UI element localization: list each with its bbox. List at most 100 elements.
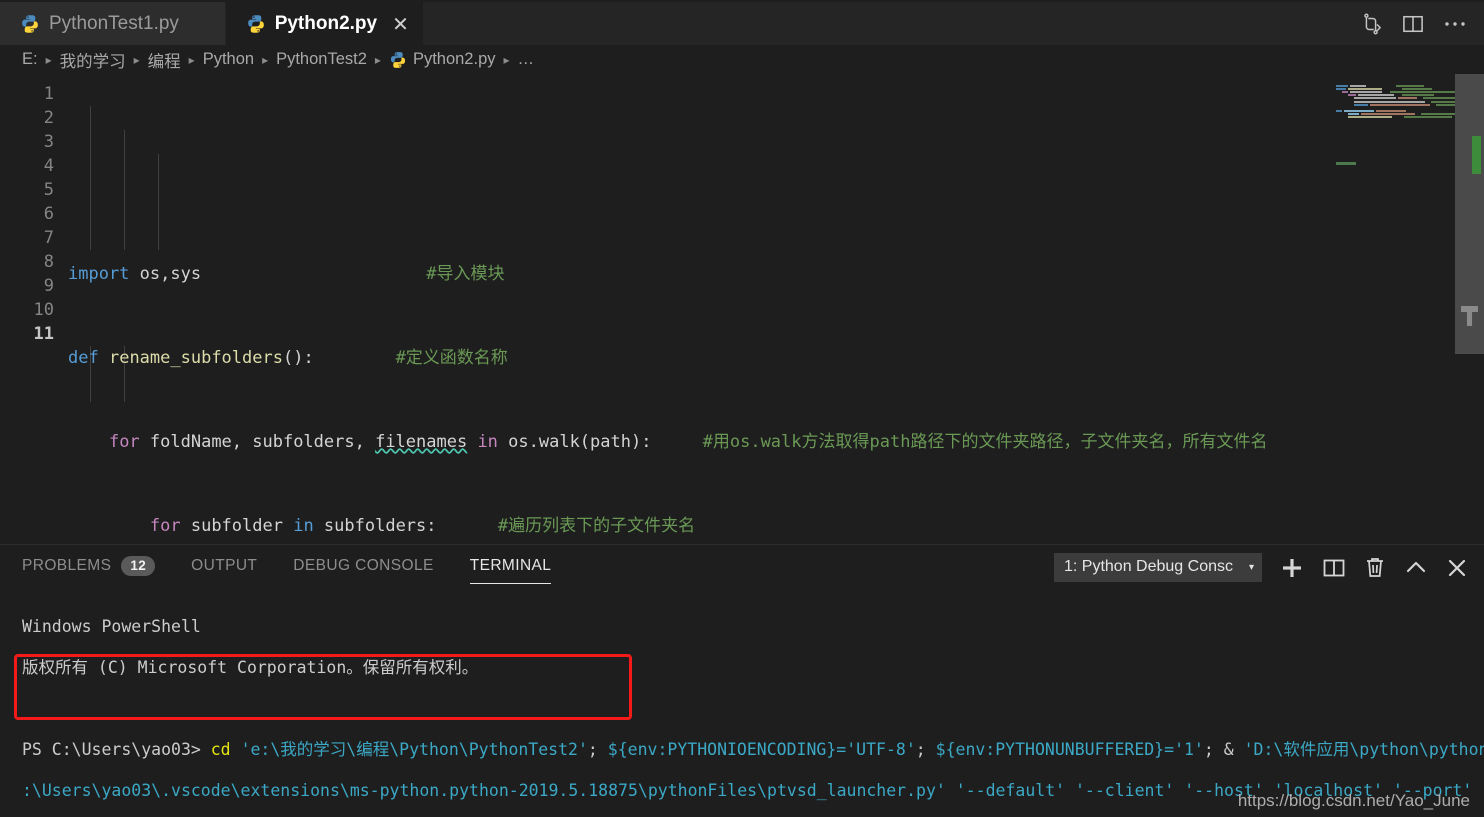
- terminal-line: PS C:\Users\yao03> cd 'e:\我的学习\编程\Python…: [22, 740, 1484, 761]
- breadcrumb-item-symbols[interactable]: …: [518, 50, 535, 69]
- terminal-selector-value: 1: Python Debug Consc: [1064, 558, 1233, 575]
- panel-tab-label: TERMINAL: [469, 557, 552, 574]
- code-line-2: def rename_subfolders(): #定义函数名称: [68, 346, 1484, 370]
- breadcrumb-item-folder1[interactable]: 我的学习: [60, 48, 126, 72]
- terminal-text: ;: [587, 739, 608, 759]
- breadcrumb-item-folder2[interactable]: 编程: [148, 48, 181, 72]
- panel-tab-label: DEBUG CONSOLE: [293, 557, 434, 574]
- breadcrumb-separator-icon: ▸: [45, 52, 52, 67]
- vscode-window: PythonTest1.py ✕ Python2.py ✕: [0, 0, 1484, 817]
- breadcrumb-separator-icon: ▸: [133, 52, 140, 67]
- breadcrumb-separator-icon: ▸: [503, 52, 510, 67]
- token-plain: subfolder: [180, 516, 294, 536]
- breadcrumb-separator-icon: ▸: [374, 52, 381, 67]
- panel-tab-label: OUTPUT: [191, 557, 258, 574]
- editor-tab-bar: PythonTest1.py ✕ Python2.py ✕: [0, 0, 1484, 45]
- breadcrumb-separator-icon: ▸: [188, 52, 195, 67]
- panel-header: PROBLEMS 12 OUTPUT DEBUG CONSOLE TERMINA…: [0, 545, 1484, 590]
- token-comment: #导入模块: [426, 264, 505, 284]
- token-keyword: for: [108, 432, 140, 452]
- line-number: 6: [43, 204, 54, 224]
- terminal-env-value: 'UTF-8': [846, 739, 916, 759]
- new-terminal-icon[interactable]: [1280, 556, 1304, 580]
- terminal-output[interactable]: Windows PowerShell 版权所有 (C) Microsoft Co…: [0, 590, 1484, 817]
- terminal-selector-dropdown[interactable]: 1: Python Debug Consc ▾: [1054, 553, 1262, 582]
- tab-bar-empty-space: [423, 2, 1350, 45]
- panel-actions: 1: Python Debug Consc ▾: [1054, 553, 1484, 582]
- breadcrumb: E: ▸ 我的学习 ▸ 编程 ▸ Python ▸ PythonTest2 ▸ …: [0, 45, 1484, 74]
- line-number-active: 11: [33, 324, 54, 344]
- maximize-panel-icon[interactable]: [1404, 558, 1428, 578]
- split-terminal-icon[interactable]: [1322, 558, 1346, 578]
- terminal-env-var: ${env:PYTHONIOENCODING}=: [607, 739, 847, 759]
- problems-count-badge: 12: [121, 555, 156, 577]
- watermark-text: https://blog.csdn.net/Yao_June: [1237, 791, 1470, 810]
- code-content[interactable]: import os,sys #导入模块 def rename_subfolder…: [68, 74, 1484, 544]
- panel-tab-terminal[interactable]: TERMINAL: [469, 557, 552, 584]
- line-number: 7: [43, 228, 54, 248]
- line-number: 9: [43, 276, 54, 296]
- chevron-down-icon: ▾: [1248, 561, 1254, 573]
- indent-guide: [158, 154, 159, 250]
- terminal-line: Windows PowerShell: [22, 617, 1484, 638]
- line-number: 4: [43, 156, 54, 176]
- terminal-prompt: PS C:\Users\yao03>: [22, 739, 211, 759]
- token-plain: ():: [282, 348, 396, 368]
- code-line-1: import os,sys #导入模块: [68, 262, 1484, 286]
- python-icon: [389, 51, 407, 69]
- token-comment: #定义函数名称: [395, 348, 508, 368]
- terminal-text: ; &: [1203, 739, 1244, 759]
- token-keyword: def: [68, 348, 99, 368]
- breadcrumb-item-folder4[interactable]: PythonTest2: [276, 50, 367, 69]
- code-line-4: for subfolder in subfolders: #遍历列表下的子文件夹…: [68, 514, 1484, 538]
- breadcrumb-separator-icon: ▸: [262, 52, 269, 67]
- token-keyword: in: [467, 432, 509, 452]
- editor-tab-python2[interactable]: Python2.py ✕: [225, 2, 424, 45]
- panel-tab-problems[interactable]: PROBLEMS 12: [22, 555, 156, 579]
- line-number: 5: [43, 180, 54, 200]
- token-comment: #用os.walk方法取得path路径下的文件夹路径，子文件夹名，所有文件名: [702, 432, 1268, 452]
- editor-vertical-scrollbar[interactable]: [1455, 74, 1484, 544]
- split-editor-icon[interactable]: [1402, 14, 1424, 34]
- terminal-text: Windows PowerShell: [22, 616, 201, 636]
- editor-actions: [1350, 2, 1484, 45]
- breadcrumb-item-file[interactable]: Python2.py: [389, 50, 496, 69]
- token-error-squiggle: filenames: [375, 432, 468, 452]
- terminal-text: ;: [915, 739, 936, 759]
- overview-ruler-mark: [1336, 162, 1356, 165]
- editor-area: 1 2 3 4 5 6 7 8 9 10 11 import os,sys #导…: [0, 74, 1484, 544]
- breadcrumb-item-drive[interactable]: E:: [22, 50, 38, 69]
- editor-tab-label: PythonTest1.py: [49, 12, 179, 34]
- panel-tab-output[interactable]: OUTPUT: [191, 557, 257, 578]
- code-line-3: for foldName, subfolders, filenames in o…: [68, 430, 1484, 454]
- breadcrumb-item-folder3[interactable]: Python: [203, 50, 254, 69]
- more-actions-icon[interactable]: [1444, 20, 1466, 28]
- editor-tab-pythontest1[interactable]: PythonTest1.py ✕: [0, 2, 226, 45]
- token-plain: foldName, subfolders,: [139, 432, 376, 452]
- line-number-gutter: 1 2 3 4 5 6 7 8 9 10 11: [0, 74, 68, 544]
- panel-tab-label: PROBLEMS: [22, 557, 112, 574]
- terminal-text: 版权所有 (C) Microsoft Corporation。保留所有权利。: [22, 657, 479, 677]
- terminal-text: :\Users\yao03\.vscode\extensions\ms-pyth…: [22, 780, 946, 800]
- breadcrumb-file-label: Python2.py: [412, 50, 496, 68]
- token-keyword: import: [68, 264, 130, 284]
- line-number: 8: [43, 252, 54, 272]
- terminal-env-var: ${env:PYTHONUNBUFFERED}=: [935, 739, 1175, 759]
- line-number: 10: [33, 300, 54, 320]
- python-icon: [246, 14, 266, 34]
- kill-terminal-icon[interactable]: [1364, 556, 1386, 580]
- bottom-panel: PROBLEMS 12 OUTPUT DEBUG CONSOLE TERMINA…: [0, 544, 1484, 817]
- close-panel-icon[interactable]: [1446, 557, 1468, 579]
- token-function: rename_subfolders: [108, 348, 283, 368]
- compare-changes-icon[interactable]: [1360, 13, 1382, 35]
- terminal-line: 版权所有 (C) Microsoft Corporation。保留所有权利。: [22, 658, 1484, 679]
- line-number: 3: [43, 132, 54, 152]
- tab-close-icon[interactable]: ✕: [392, 14, 409, 34]
- terminal-exe-path: 'D:\软件应用\python\python.exe': [1243, 739, 1484, 759]
- terminal-command: cd: [210, 739, 241, 759]
- indent-guide: [90, 106, 91, 250]
- panel-tab-debug-console[interactable]: DEBUG CONSOLE: [293, 557, 433, 578]
- terminal-env-value: '1': [1174, 739, 1204, 759]
